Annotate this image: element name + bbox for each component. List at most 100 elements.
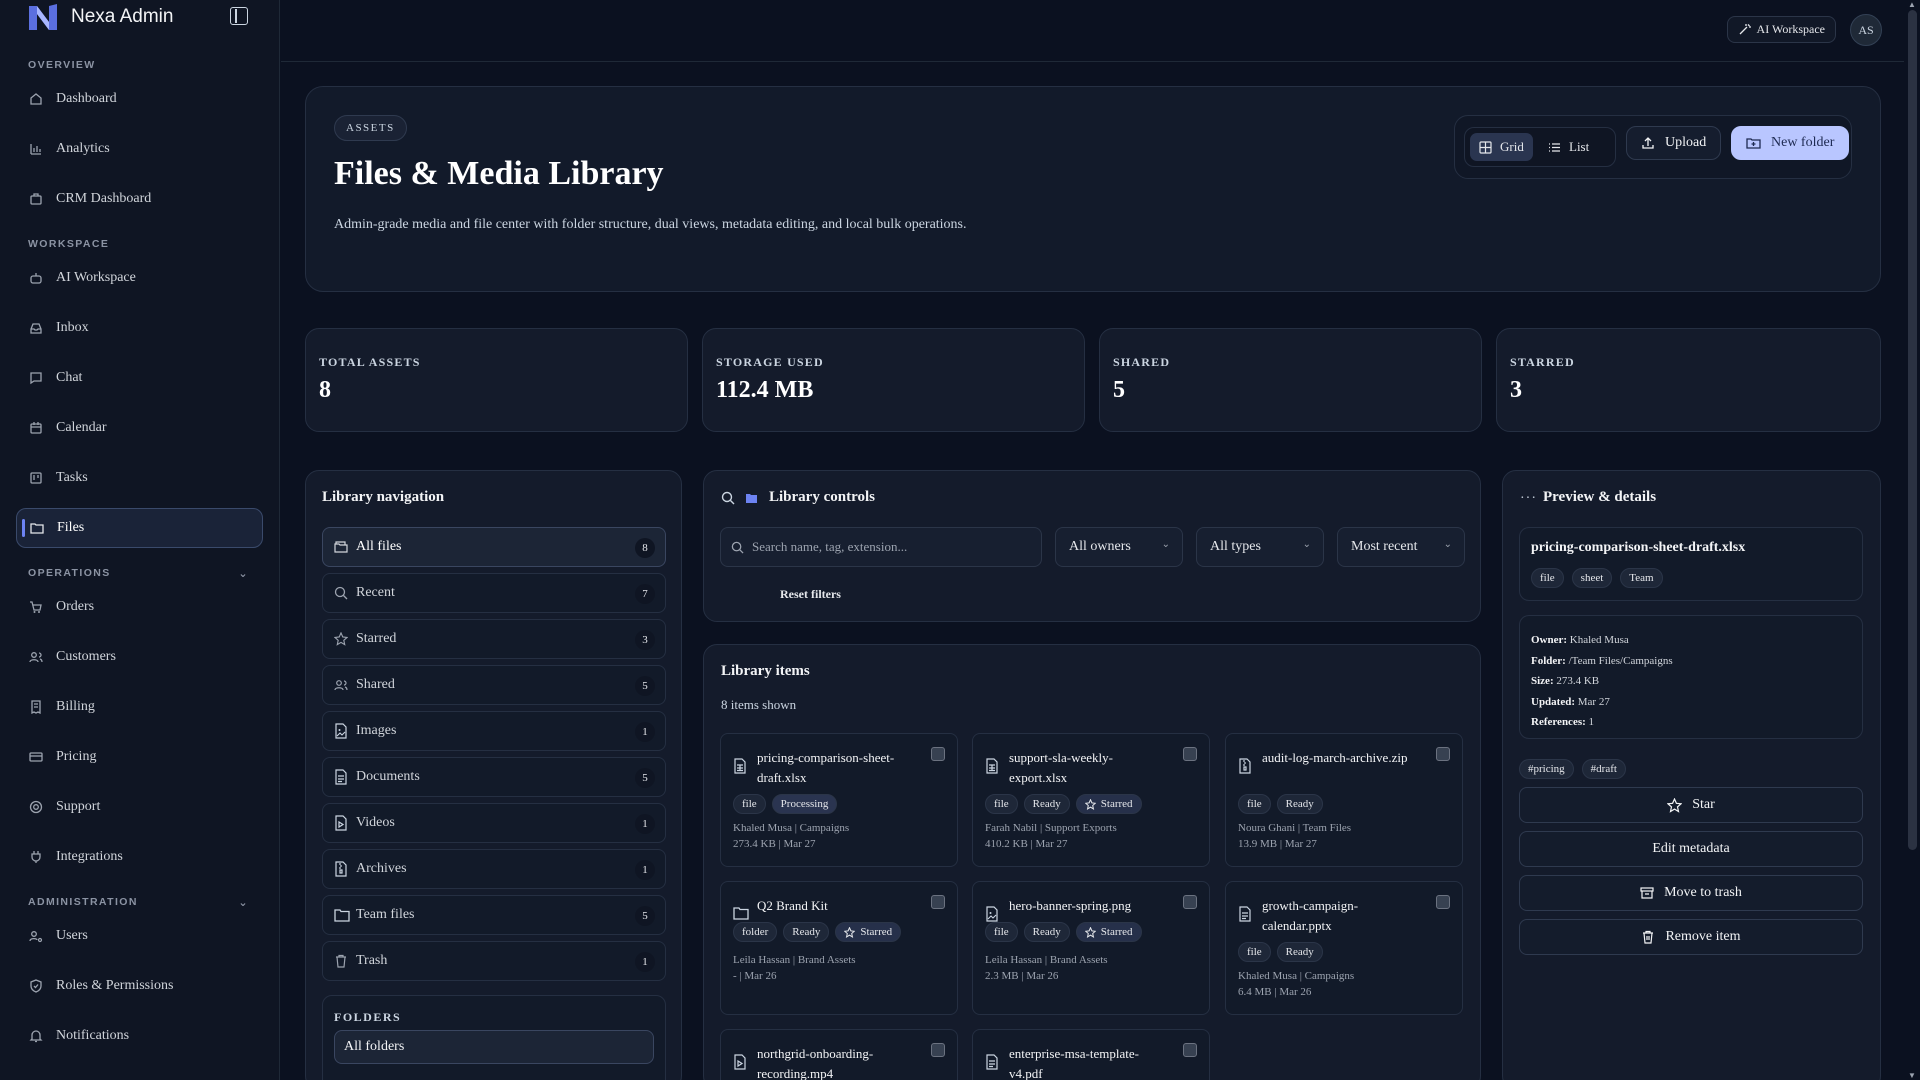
sidebar-item-chat[interactable]: Chat (16, 358, 263, 398)
edit-metadata-button[interactable]: Edit metadata (1519, 831, 1863, 867)
stat-shared: SHARED 5 (1099, 328, 1482, 432)
scrollbar-thumb[interactable] (1908, 10, 1917, 850)
star-button[interactable]: Star (1519, 787, 1863, 823)
file-card[interactable]: enterprise-msa-template-v4.pdf (972, 1029, 1210, 1080)
file-name: audit-log-march-archive.zip (1262, 750, 1408, 765)
move-to-trash-button[interactable]: Move to trash (1519, 875, 1863, 911)
chevron-down-icon: ⌄ (238, 568, 249, 580)
file-name: hero-banner-spring.png (1009, 898, 1132, 913)
tag: sheet (1571, 568, 1613, 588)
avatar[interactable]: AS (1850, 14, 1882, 46)
sidebar-item-ai-workspace[interactable]: AI Workspace (16, 258, 263, 298)
owners-select[interactable]: All owners ⌄ (1055, 527, 1183, 567)
library-items-panel: Library items 8 items shown pricing-comp… (703, 644, 1481, 1080)
list-view-button[interactable]: List (1539, 133, 1598, 161)
spreadsheet-file-icon (733, 758, 747, 774)
scroll-up-icon[interactable]: ▲ (1907, 0, 1917, 9)
sidebar-item-billing[interactable]: Billing (16, 687, 263, 727)
sidebar-item-calendar[interactable]: Calendar (16, 408, 263, 448)
items-count: 8 items shown (721, 697, 797, 712)
library-nav-trash[interactable]: Trash 1 (322, 941, 666, 981)
sidebar-item-integrations[interactable]: Integrations (16, 837, 263, 877)
more-icon[interactable]: ··· (1520, 491, 1537, 507)
preview-panel: ··· Preview & details pricing-comparison… (1502, 470, 1881, 1080)
sidebar-item-users[interactable]: Users (16, 916, 263, 956)
tag: file (985, 922, 1018, 942)
sidebar-item-files[interactable]: Files (16, 508, 263, 548)
hashtag[interactable]: #pricing (1519, 759, 1574, 779)
scroll-down-icon[interactable]: ▼ (1907, 1071, 1917, 1080)
library-nav-documents[interactable]: Documents 5 (322, 757, 666, 797)
file-card[interactable]: Q2 Brand Kit folder Ready Starred Leila Hass… (720, 881, 958, 1015)
section-operations[interactable]: OPERATIONS ⌄ (0, 567, 279, 580)
sidebar-item-notifications[interactable]: Notifications (16, 1016, 263, 1056)
stat-label: STORAGE USED (716, 355, 824, 369)
section-administration[interactable]: ADMINISTRATION ⌄ (0, 896, 279, 909)
sidebar-item-analytics[interactable]: Analytics (16, 129, 263, 169)
library-nav-videos[interactable]: Videos 1 (322, 803, 666, 843)
sidebar-item-orders[interactable]: Orders (16, 587, 263, 627)
trash-icon (1643, 930, 1654, 944)
library-nav-images[interactable]: Images 1 (322, 711, 666, 751)
reset-filters-button[interactable]: Reset filters (780, 587, 841, 602)
select-checkbox[interactable] (1183, 1043, 1197, 1057)
nav-count: 3 (635, 630, 655, 650)
select-checkbox[interactable] (1436, 747, 1450, 761)
sidebar-item-customers[interactable]: Customers (16, 637, 263, 677)
tag: Ready (1276, 794, 1323, 814)
panel-title: Library controls (769, 489, 875, 505)
library-nav-archives[interactable]: Archives 1 (322, 849, 666, 889)
file-card[interactable]: support-sla-weekly-export.xlsx file Ready S… (972, 733, 1210, 867)
search-input[interactable]: Search name, tag, extension... (720, 527, 1042, 567)
receipt-icon (28, 699, 44, 715)
archive-box-icon (1640, 887, 1654, 899)
library-nav-shared[interactable]: Shared 5 (322, 665, 666, 705)
sidebar-item-inbox[interactable]: Inbox (16, 308, 263, 348)
library-nav-recent[interactable]: Recent 7 (322, 573, 666, 613)
folder-all-button[interactable]: All folders (334, 1030, 654, 1064)
sort-select[interactable]: Most recent ⌄ (1337, 527, 1465, 567)
file-card[interactable]: pricing-comparison-sheet-draft.xlsx file P… (720, 733, 958, 867)
grid-view-button[interactable]: Grid (1470, 133, 1533, 161)
file-card[interactable]: hero-banner-spring.png file Ready Starred Le… (972, 881, 1210, 1015)
page-scrollbar[interactable]: ▲ ▼ (1904, 0, 1920, 1080)
library-nav-all-files[interactable]: All files 8 (322, 527, 666, 567)
select-checkbox[interactable] (931, 747, 945, 761)
file-card[interactable]: growth-campaign-calendar.pptx file Ready Kh… (1225, 881, 1463, 1015)
tag: folder (733, 922, 778, 942)
archive-file-icon (334, 861, 350, 877)
remove-item-button[interactable]: Remove item (1519, 919, 1863, 955)
shield-icon (28, 978, 44, 994)
select-checkbox[interactable] (1436, 895, 1450, 909)
sidebar-item-roles-permissions[interactable]: Roles & Permissions (16, 966, 263, 1006)
sidebar-item-pricing[interactable]: Pricing (16, 737, 263, 777)
panel-title: Library navigation (322, 489, 445, 505)
select-checkbox[interactable] (931, 1043, 945, 1057)
select-checkbox[interactable] (1183, 747, 1197, 761)
library-nav-team-files[interactable]: Team files 5 (322, 895, 666, 935)
library-nav-starred[interactable]: Starred 3 (322, 619, 666, 659)
file-card[interactable]: northgrid-onboarding-recording.mp4 (720, 1029, 958, 1080)
file-name: northgrid-onboarding-recording.mp4 (757, 1046, 874, 1080)
new-folder-button[interactable]: New folder (1731, 126, 1850, 160)
lifebuoy-icon (28, 799, 44, 815)
sidebar-item-support[interactable]: Support (16, 787, 263, 827)
sidebar-item-tasks[interactable]: Tasks (16, 458, 263, 498)
sidebar-item-dashboard[interactable]: Dashboard (16, 79, 263, 119)
file-tags: file Ready (1238, 942, 1323, 962)
ai-workspace-button[interactable]: AI Workspace (1726, 16, 1836, 43)
hashtag[interactable]: #draft (1581, 759, 1626, 779)
upload-button[interactable]: Upload (1626, 126, 1722, 160)
sidebar-collapse-icon[interactable] (230, 7, 248, 25)
types-select[interactable]: All types ⌄ (1196, 527, 1324, 567)
sidebar-item-crm-dashboard[interactable]: CRM Dashboard (16, 179, 263, 219)
archive-file-icon (1238, 758, 1252, 774)
file-card[interactable]: audit-log-march-archive.zip file Ready Nour… (1225, 733, 1463, 867)
app-name: Nexa Admin (71, 6, 174, 27)
tag: file (1238, 942, 1271, 962)
select-checkbox[interactable] (931, 895, 945, 909)
nav-label: Starred (356, 631, 397, 646)
select-checkbox[interactable] (1183, 895, 1197, 909)
kanban-icon (28, 470, 44, 486)
chat-icon (28, 370, 44, 386)
